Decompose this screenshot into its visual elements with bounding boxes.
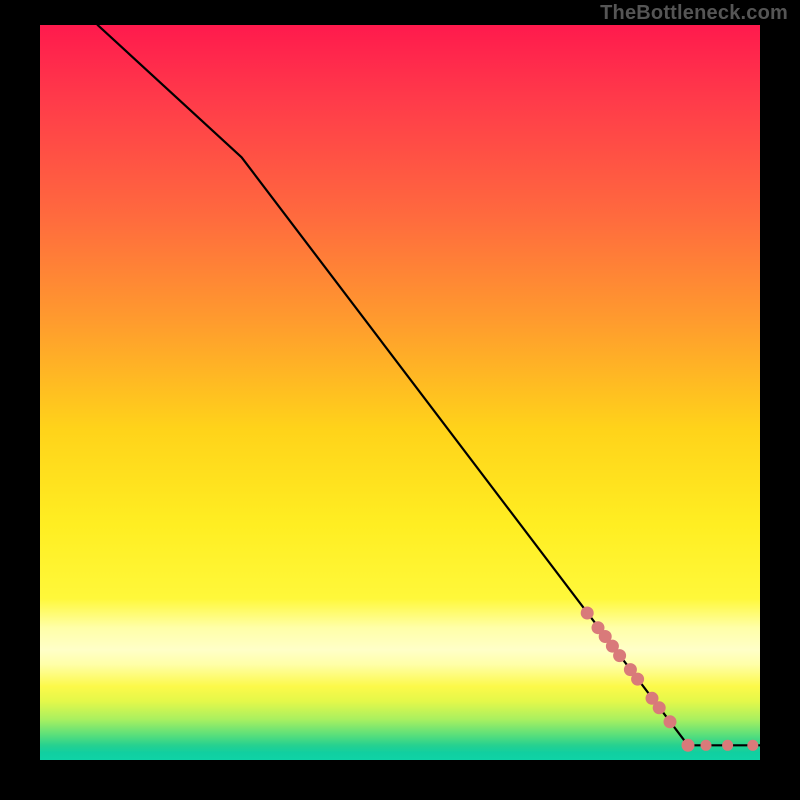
chart-marker: [632, 673, 644, 685]
chart-frame: TheBottleneck.com: [0, 0, 800, 800]
watermark-text: TheBottleneck.com: [600, 2, 788, 25]
chart-marker: [723, 740, 733, 750]
chart-marker: [748, 740, 758, 750]
chart-marker: [653, 702, 665, 714]
chart-line: [98, 25, 760, 745]
chart-plot-area: [40, 25, 760, 760]
chart-marker: [701, 740, 711, 750]
chart-marker: [614, 650, 626, 662]
chart-markers: [581, 607, 758, 751]
chart-marker: [682, 739, 694, 751]
chart-svg: [40, 25, 760, 760]
chart-marker: [581, 607, 593, 619]
chart-marker: [664, 716, 676, 728]
